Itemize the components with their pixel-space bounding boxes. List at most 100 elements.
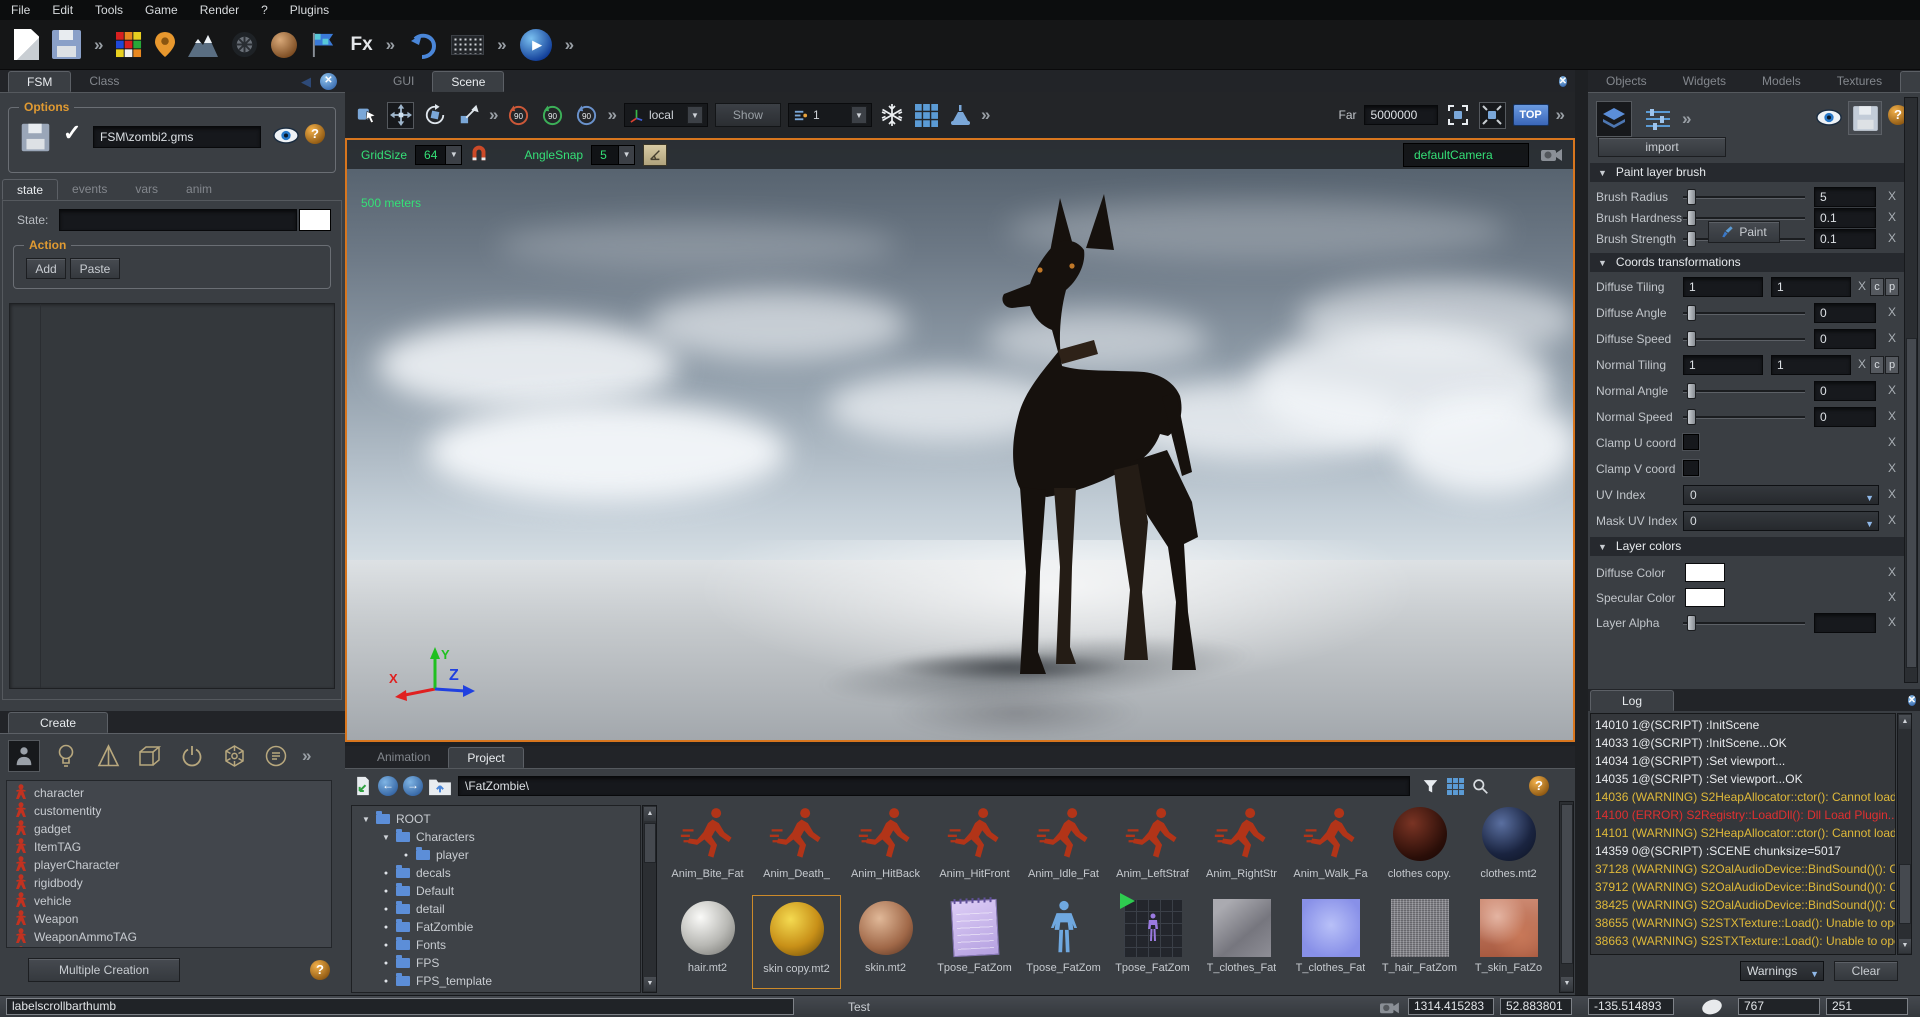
more-tools-icon[interactable]: » bbox=[386, 35, 395, 55]
tab-insp-material[interactable]: Material bbox=[1900, 71, 1920, 92]
asset-thumbnail[interactable]: Anim_RightStr bbox=[1197, 801, 1286, 895]
asset-thumbnail[interactable]: Anim_HitFront bbox=[930, 801, 1019, 895]
slider[interactable] bbox=[1683, 615, 1805, 631]
menu-item-render[interactable]: Render bbox=[189, 0, 250, 20]
scroll-up-icon[interactable]: ▲ bbox=[644, 807, 656, 821]
more-tools-icon[interactable]: » bbox=[981, 105, 990, 125]
value-field[interactable]: 0.1 bbox=[1814, 208, 1876, 228]
layer-dropdown[interactable]: 1▼ bbox=[788, 103, 872, 127]
snowflake-icon[interactable] bbox=[879, 102, 906, 129]
help-icon[interactable]: ? bbox=[310, 960, 330, 980]
reset-button[interactable]: X bbox=[1888, 305, 1896, 319]
slider[interactable] bbox=[1683, 383, 1805, 399]
tree-item-FPS[interactable]: ●FPS bbox=[356, 954, 640, 972]
reset-button[interactable]: X bbox=[1858, 357, 1866, 371]
create-item-customentity[interactable]: customentity bbox=[7, 802, 331, 820]
planet-icon[interactable] bbox=[271, 32, 297, 58]
reset-button[interactable]: X bbox=[1888, 461, 1896, 475]
paint-button[interactable]: Paint bbox=[1708, 221, 1780, 243]
folder-up-icon[interactable] bbox=[428, 776, 452, 796]
rotate90-y-icon[interactable]: 90 bbox=[539, 102, 566, 129]
help-icon[interactable]: ? bbox=[1529, 776, 1549, 796]
tree-scrollbar[interactable]: ▲ ▼ bbox=[642, 805, 657, 993]
asset-thumbnail[interactable]: Anim_LeftStraf bbox=[1108, 801, 1197, 895]
asset-thumbnail[interactable]: Anim_Death_ bbox=[752, 801, 841, 895]
location-pin-icon[interactable] bbox=[155, 31, 175, 58]
reset-button[interactable]: X bbox=[1888, 565, 1896, 579]
scroll-down-icon[interactable]: ▼ bbox=[1561, 977, 1573, 991]
asset-thumbnail[interactable]: skin.mt2 bbox=[841, 895, 930, 989]
value-field[interactable] bbox=[1814, 613, 1876, 633]
angle-tool-icon[interactable] bbox=[643, 144, 667, 166]
close-panel-button[interactable]: ✕ bbox=[320, 73, 337, 90]
log-line[interactable]: 14034 1@(SCRIPT) :Set viewport... bbox=[1595, 752, 1895, 770]
tree-item-Fonts[interactable]: ●Fonts bbox=[356, 936, 640, 954]
show-button[interactable]: Show bbox=[715, 103, 781, 127]
log-filter-dropdown[interactable]: Warnings▼ bbox=[1740, 961, 1824, 981]
path-field[interactable]: \FatZombie\ bbox=[458, 776, 1410, 796]
slider[interactable] bbox=[1683, 331, 1805, 347]
dog-model[interactable] bbox=[862, 192, 1222, 697]
anglesnap-dropdown[interactable]: 5▼ bbox=[591, 145, 635, 165]
back-icon[interactable]: ← bbox=[378, 776, 398, 796]
eye-icon[interactable] bbox=[273, 127, 299, 147]
reset-button[interactable]: X bbox=[1888, 383, 1896, 397]
asset-thumbnail[interactable]: clothes copy. bbox=[1375, 801, 1464, 895]
tab-state-anim[interactable]: anim bbox=[172, 179, 226, 200]
save-material-icon[interactable] bbox=[1848, 101, 1882, 135]
tree-item-FatZombie[interactable]: ●FatZombie bbox=[356, 918, 640, 936]
clear-log-button[interactable]: Clear bbox=[1834, 961, 1898, 981]
log-line[interactable]: 14010 1@(SCRIPT) :InitScene bbox=[1595, 716, 1895, 734]
value-field[interactable]: 0 bbox=[1814, 329, 1876, 349]
scrollbar-thumb[interactable] bbox=[644, 823, 656, 863]
menu-item-plugins[interactable]: Plugins bbox=[279, 0, 340, 20]
tree-item-ROOT[interactable]: ▼ROOT bbox=[356, 810, 640, 828]
create-item-gadget[interactable]: gadget bbox=[7, 820, 331, 838]
menu-item-edit[interactable]: Edit bbox=[41, 0, 84, 20]
paste-button[interactable]: p bbox=[1885, 278, 1899, 296]
wheel-icon[interactable] bbox=[231, 31, 258, 58]
tree-item-Characters[interactable]: ▼Characters bbox=[356, 828, 640, 846]
more-tools-icon[interactable]: » bbox=[565, 35, 574, 55]
log-line[interactable]: 38663 (WARNING) S2STXTexture::Load(): Un… bbox=[1595, 932, 1895, 950]
layers-icon[interactable] bbox=[1596, 101, 1632, 137]
center-view-icon[interactable] bbox=[1479, 102, 1506, 129]
filter-icon[interactable] bbox=[1422, 778, 1439, 795]
light-icon[interactable] bbox=[50, 740, 82, 772]
scrollbar-thumb[interactable] bbox=[1899, 864, 1911, 924]
create-item-vehicle[interactable]: vehicle bbox=[7, 892, 331, 910]
entity-icon[interactable] bbox=[8, 740, 40, 772]
value-field[interactable]: 0 bbox=[1814, 381, 1876, 401]
outline-icon[interactable] bbox=[260, 740, 292, 772]
log-line[interactable]: 14100 (ERROR) S2Registry::LoadDll(): Dll… bbox=[1595, 806, 1895, 824]
value-field[interactable]: 1 bbox=[1771, 355, 1851, 375]
tree-item-decals[interactable]: ●decals bbox=[356, 864, 640, 882]
multiple-creation-button[interactable]: Multiple Creation bbox=[28, 958, 180, 982]
flag-icon[interactable] bbox=[310, 31, 337, 58]
menu-item-tools[interactable]: Tools bbox=[84, 0, 134, 20]
log-line[interactable]: 37128 (WARNING) S2OalAudioDevice::BindSo… bbox=[1595, 860, 1895, 878]
paste-button[interactable]: p bbox=[1885, 356, 1899, 374]
value-field[interactable]: 5 bbox=[1814, 187, 1876, 207]
asset-thumbnail[interactable]: Anim_Idle_Fat bbox=[1019, 801, 1108, 895]
viewport-scene[interactable]: GridSize 64▼ AngleSnap 5▼ defaultCamera … bbox=[345, 138, 1575, 742]
asset-thumbnail[interactable]: Anim_Bite_Fat bbox=[663, 801, 752, 895]
tab-create[interactable]: Create bbox=[8, 712, 108, 733]
help-icon[interactable]: ? bbox=[305, 124, 325, 144]
cone-icon[interactable] bbox=[92, 740, 124, 772]
rotate-tool-icon[interactable] bbox=[421, 102, 448, 129]
top-view-button[interactable]: TOP bbox=[1513, 104, 1549, 126]
assets-scrollbar[interactable]: ▼ bbox=[1559, 801, 1574, 993]
more-tools-icon[interactable]: » bbox=[1556, 105, 1565, 125]
tab-vp-gui[interactable]: GUI bbox=[375, 71, 432, 92]
asset-thumbnail[interactable]: Anim_Walk_Fa bbox=[1286, 801, 1375, 895]
rotate90-x-icon[interactable]: 90 bbox=[505, 102, 532, 129]
more-tools-icon[interactable]: » bbox=[489, 105, 498, 125]
camera-icon[interactable] bbox=[1539, 143, 1563, 168]
section-header-colors[interactable]: ▼Layer colors bbox=[1590, 537, 1918, 556]
asset-thumbnail[interactable]: skin copy.mt2 bbox=[752, 895, 841, 989]
terrain-icon[interactable] bbox=[188, 33, 218, 57]
check-icon[interactable]: ✓ bbox=[63, 120, 81, 146]
reset-button[interactable]: X bbox=[1888, 435, 1896, 449]
checkbox[interactable] bbox=[1683, 460, 1699, 476]
